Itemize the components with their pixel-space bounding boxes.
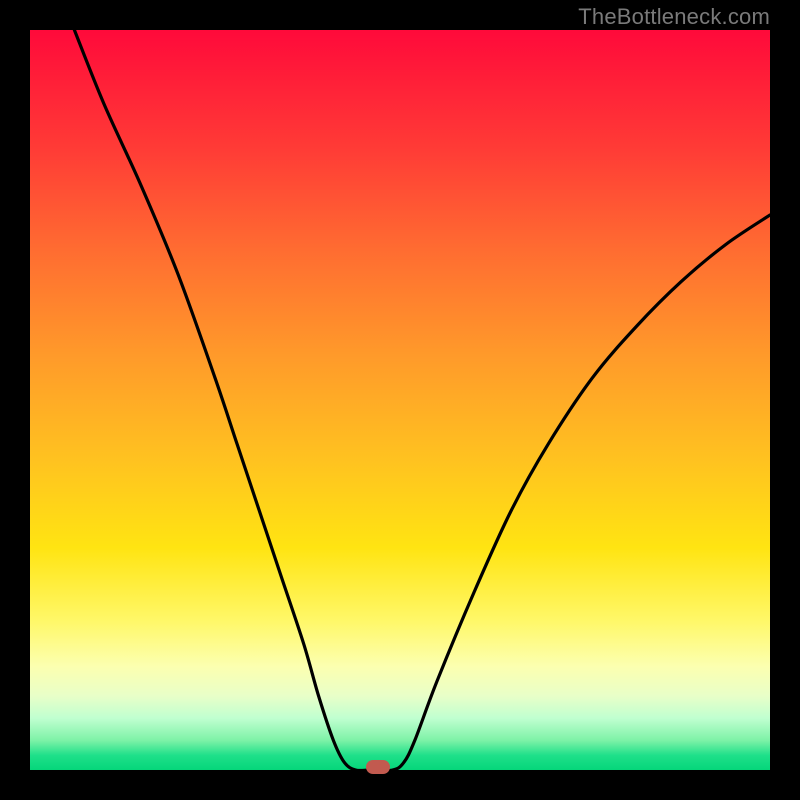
bottleneck-curve [30, 30, 770, 770]
optimal-marker [366, 760, 390, 774]
plot-area [30, 30, 770, 770]
watermark-text: TheBottleneck.com [578, 4, 770, 30]
chart-frame: TheBottleneck.com [0, 0, 800, 800]
